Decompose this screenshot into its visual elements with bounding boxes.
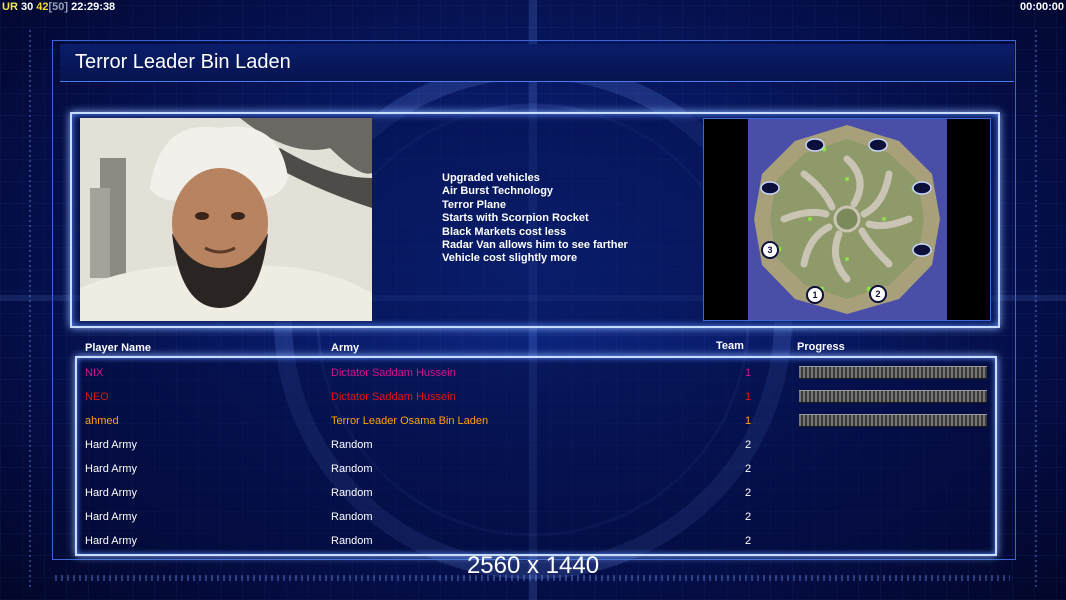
player-army: Random xyxy=(331,487,373,499)
hud-clock: 22:29:38 xyxy=(71,1,116,13)
column-header-player-name: Player Name xyxy=(85,342,152,354)
feature-item: Black Markets cost less xyxy=(442,225,567,238)
general-portrait xyxy=(80,118,372,321)
loading-progress-bar xyxy=(799,366,987,379)
start-position-marker: 2 xyxy=(875,289,880,299)
hud-value-2: 42 xyxy=(36,1,49,13)
start-position-marker: 1 xyxy=(812,290,817,300)
feature-item: Upgraded vehicles xyxy=(442,172,540,184)
hud-ur-label: UR xyxy=(2,1,18,13)
player-team: 2 xyxy=(745,535,752,547)
player-army: Random xyxy=(331,439,373,451)
player-name: Hard Army xyxy=(85,487,137,499)
feature-item: Air Burst Technology xyxy=(442,185,554,198)
feature-item: Starts with Scorpion Rocket xyxy=(442,212,589,225)
player-row[interactable]: Hard Army Random 2 xyxy=(77,457,995,481)
player-name: Hard Army xyxy=(85,511,137,523)
player-army: Dictator Saddam Hussein xyxy=(331,367,456,379)
hud-bracket-value: [50] xyxy=(48,1,69,13)
loading-progress-fill xyxy=(799,367,987,378)
player-team: 1 xyxy=(745,367,752,379)
player-row[interactable]: Hard Army Random 2 xyxy=(77,481,995,505)
hud-value-1: 30 xyxy=(20,1,34,13)
map-preview-image: 1 2 3 xyxy=(704,119,990,320)
player-name: Hard Army xyxy=(85,439,137,451)
player-army: Terror Leader Osama Bin Laden xyxy=(331,415,489,427)
feature-item: Terror Plane xyxy=(442,198,506,211)
player-row[interactable]: NIX Dictator Saddam Hussein 1 xyxy=(77,361,995,385)
player-team: 2 xyxy=(745,487,752,499)
hud-topbar: UR 30 42[50] 22:29:38 00:00:00 xyxy=(0,0,1066,14)
player-row[interactable]: ahmed Terror Leader Osama Bin Laden 1 xyxy=(77,409,995,433)
player-team: 2 xyxy=(745,439,752,451)
hud-stats: UR 30 42[50] 22:29:38 xyxy=(2,1,115,13)
player-team: 1 xyxy=(745,415,752,427)
faction-features-list: Upgraded vehicles Air Burst Technology T… xyxy=(442,172,628,266)
column-header-progress: Progress xyxy=(797,341,845,353)
player-row[interactable]: Hard Army Random 2 xyxy=(77,505,995,529)
player-army: Dictator Saddam Hussein xyxy=(331,391,456,403)
player-name: ahmed xyxy=(85,415,119,427)
column-header-team: Team xyxy=(716,340,744,352)
player-row[interactable]: Hard Army Random 2 xyxy=(77,529,995,553)
loading-progress-fill xyxy=(799,415,987,426)
player-team: 1 xyxy=(745,391,752,403)
resolution-label: 2560 x 1440 xyxy=(466,552,600,579)
player-army: Random xyxy=(331,511,373,523)
hud-timer: 00:00:00 xyxy=(1019,1,1064,13)
player-team: 2 xyxy=(745,463,752,475)
column-header-army: Army xyxy=(331,342,360,354)
player-team: 2 xyxy=(745,511,752,523)
player-army: Random xyxy=(331,463,373,475)
player-army: Random xyxy=(331,535,373,547)
player-name: Hard Army xyxy=(85,535,137,547)
portrait-image xyxy=(80,118,372,321)
player-row[interactable]: Hard Army Random 2 xyxy=(77,433,995,457)
loading-progress-bar xyxy=(799,390,987,403)
feature-item: Radar Van allows him to see farther xyxy=(442,239,628,252)
player-name: NEO xyxy=(85,391,109,403)
player-roster: NIX Dictator Saddam Hussein 1 NEO Dictator S… xyxy=(77,361,995,553)
loading-progress-fill xyxy=(799,391,987,402)
feature-item: Vehicle cost slightly more xyxy=(442,252,578,265)
start-position-marker: 3 xyxy=(767,245,772,255)
faction-title: Terror Leader Bin Laden xyxy=(75,51,291,73)
player-name: Hard Army xyxy=(85,463,137,475)
map-preview: 1 2 3 xyxy=(703,118,991,321)
loading-progress-bar xyxy=(799,414,987,427)
player-row[interactable]: NEO Dictator Saddam Hussein 1 xyxy=(77,385,995,409)
player-name: NIX xyxy=(85,367,104,379)
